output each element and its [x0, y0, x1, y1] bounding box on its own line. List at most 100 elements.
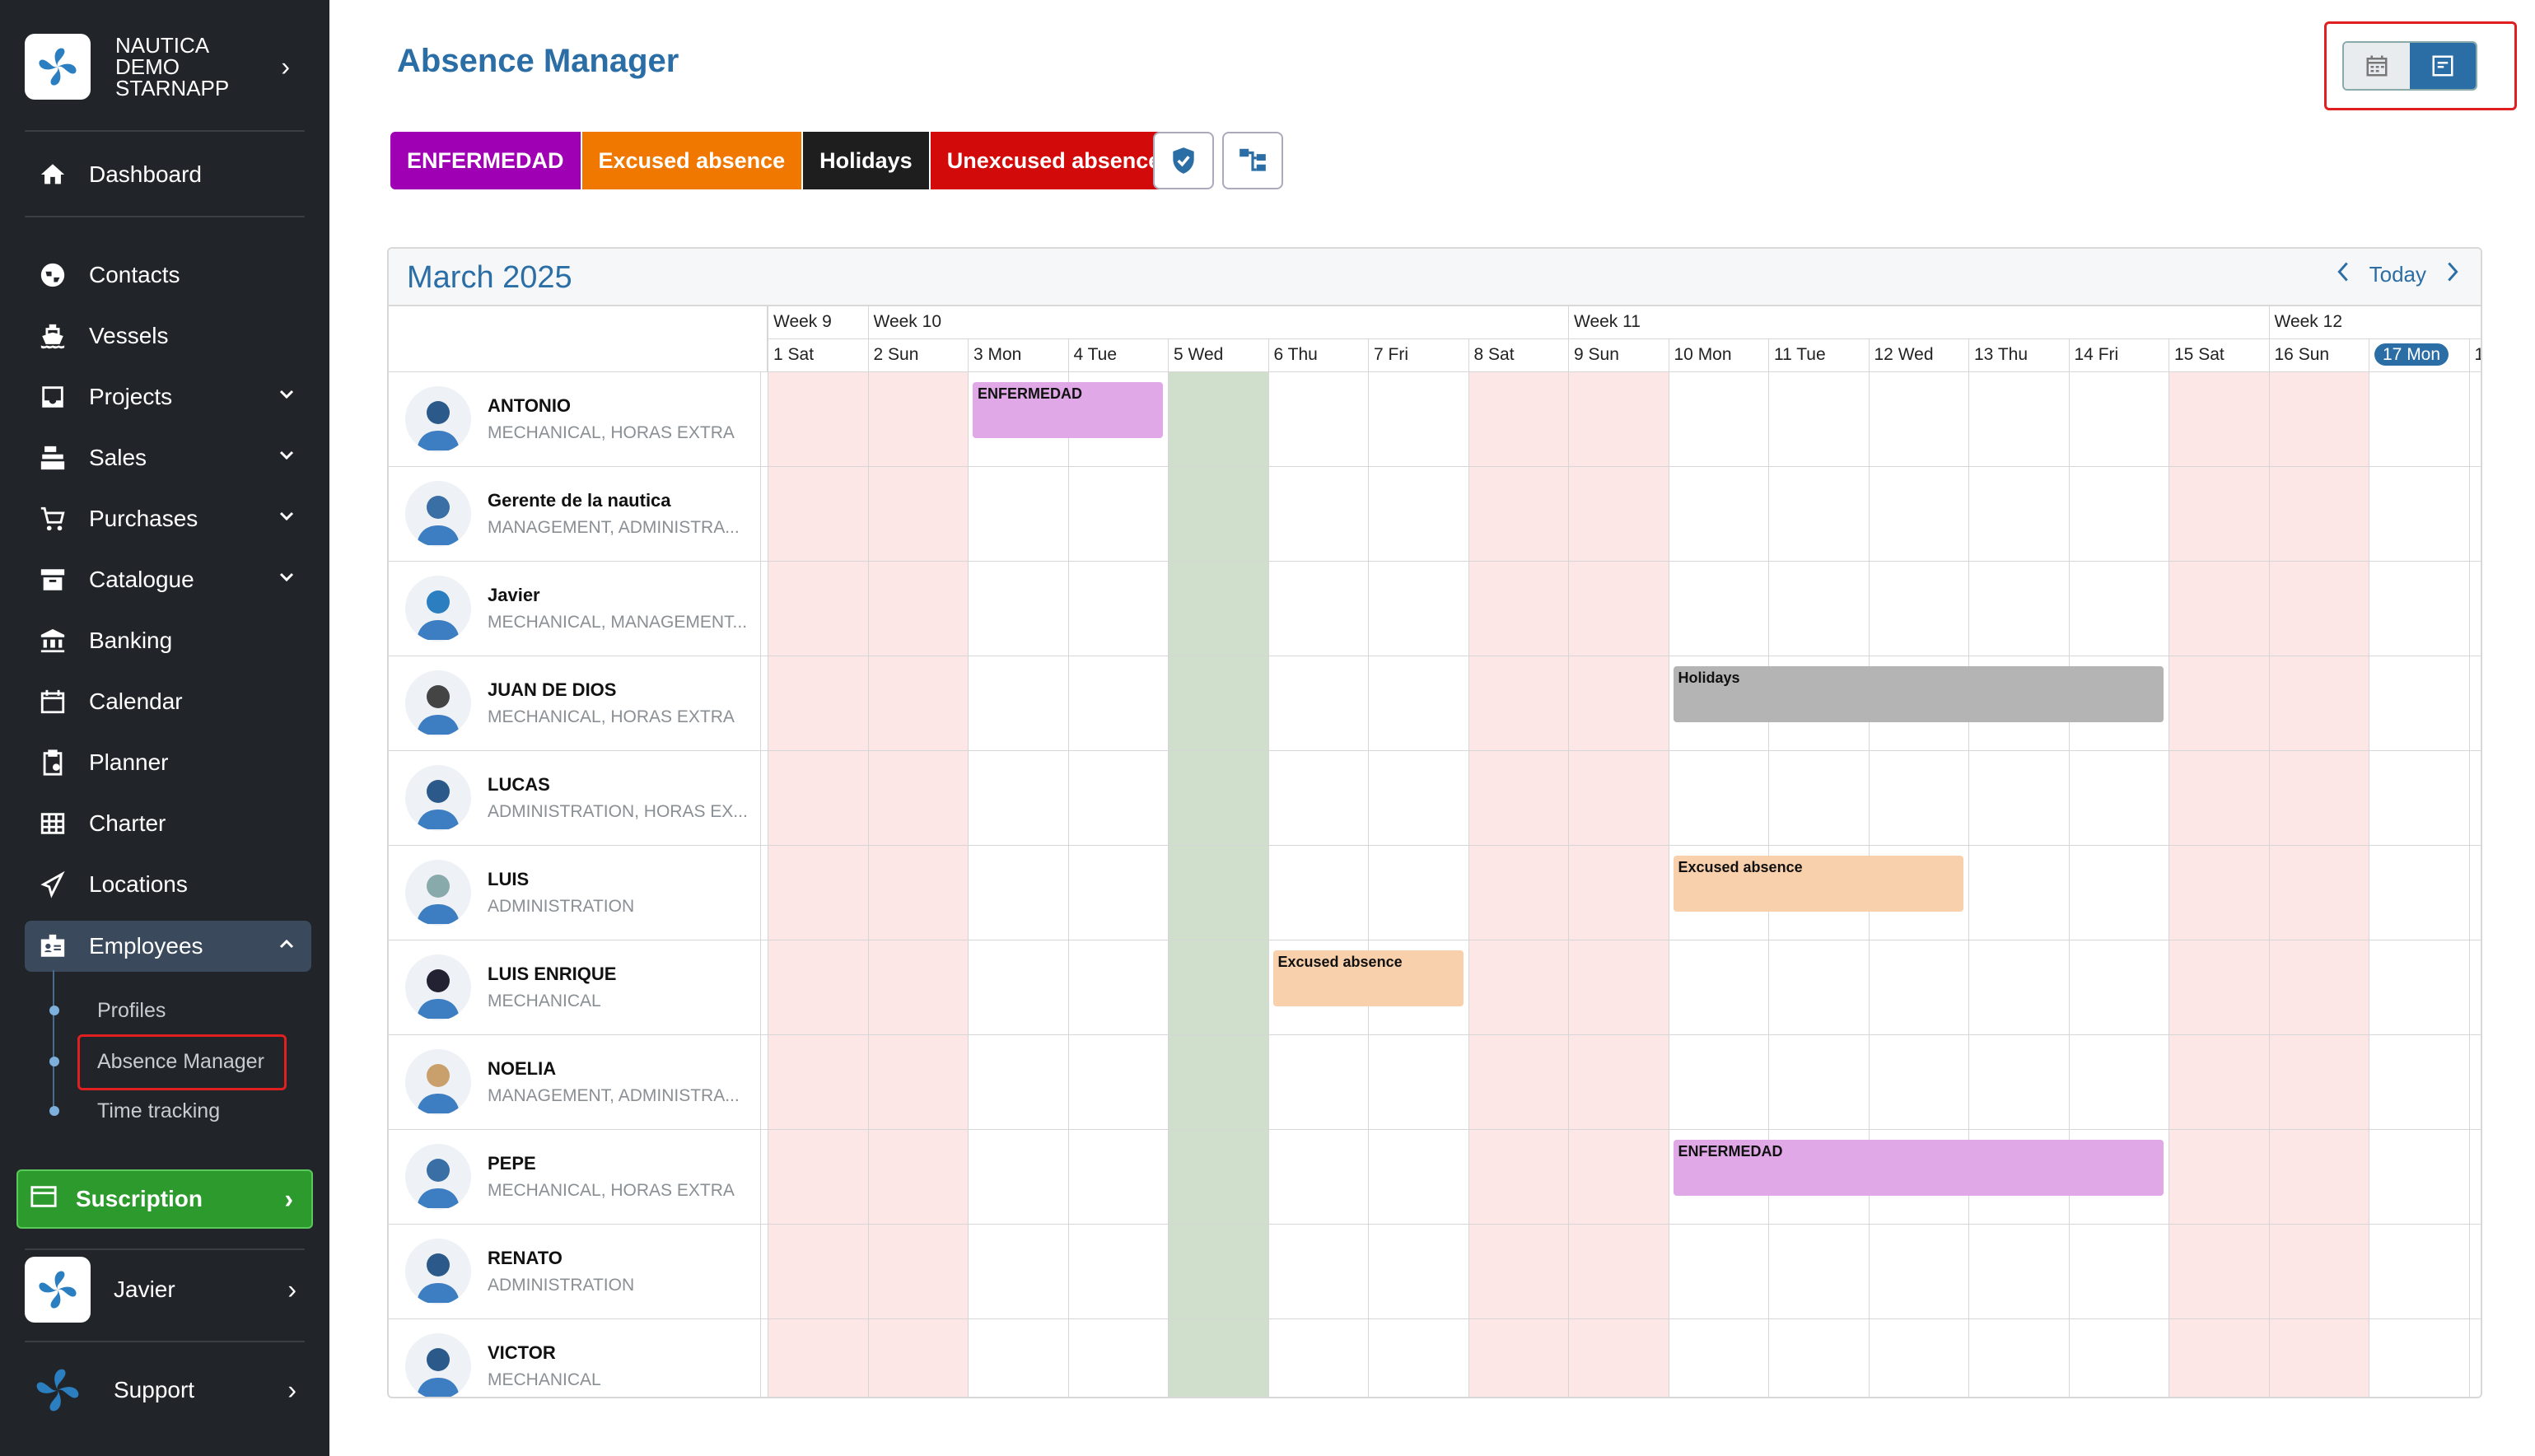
avatar: [405, 670, 471, 736]
employee-row[interactable]: NOELIA MANAGEMENT, ADMINISTRA...: [389, 1035, 761, 1130]
divider: [25, 130, 305, 132]
employee-row[interactable]: VICTOR MECHANICAL: [389, 1319, 761, 1397]
divider: [25, 216, 305, 217]
employee-row[interactable]: Gerente de la nautica MANAGEMENT, ADMINIS…: [389, 467, 761, 562]
day-label: 10 Mon: [1668, 339, 1768, 372]
employee-role: MECHANICAL: [488, 992, 601, 1010]
sidebar-item-employees[interactable]: Employees: [25, 921, 311, 972]
id-card-icon: [36, 930, 69, 963]
next-icon[interactable]: [2443, 260, 2463, 289]
employee-row[interactable]: LUIS ADMINISTRATION: [389, 846, 761, 940]
absence-event[interactable]: ENFERMEDAD: [973, 382, 1163, 438]
sidebar-item-sales[interactable]: Sales: [25, 433, 311, 483]
employee-row[interactable]: Javier MECHANICAL, MANAGEMENT...: [389, 562, 761, 656]
timeline-view-button[interactable]: [2410, 43, 2476, 89]
bullet-icon: [49, 1006, 59, 1015]
employee-role: MECHANICAL, HORAS EXTRA: [488, 707, 735, 726]
chevron-up-icon: [277, 933, 296, 959]
avatar: [405, 860, 471, 926]
sidebar-item-projects[interactable]: Projects: [25, 372, 311, 422]
employee-row[interactable]: PEPE MECHANICAL, HORAS EXTRA: [389, 1130, 761, 1225]
sidebar-item-contacts[interactable]: Contacts: [25, 250, 311, 300]
prev-icon[interactable]: [2333, 260, 2353, 289]
today-pill: 17 Mon: [2374, 343, 2449, 366]
week-label: Week 10: [867, 306, 1568, 339]
sidebar-item-dashboard[interactable]: Dashboard: [25, 150, 311, 199]
company-name: NAUTICA DEMO STARNAPP: [115, 33, 230, 100]
employee-info: PEPE MECHANICAL, HORAS EXTRA: [488, 1153, 759, 1201]
calendar-view-button[interactable]: [2344, 43, 2410, 89]
sidebar-item-locations[interactable]: Locations: [25, 860, 311, 909]
day-label: 13 Thu: [1968, 339, 2069, 372]
absence-event[interactable]: ENFERMEDAD: [1673, 1140, 2164, 1196]
chevron-right-icon: ›: [287, 1374, 296, 1405]
absence-event[interactable]: Holidays: [1673, 666, 2164, 722]
day-label: 7 Fri: [1368, 339, 1468, 372]
employee-info: VICTOR MECHANICAL: [488, 1342, 759, 1390]
day-label: 15 Sat: [2169, 339, 2269, 372]
day-column: [2468, 372, 2481, 1397]
support-link[interactable]: Support ›: [25, 1356, 311, 1425]
chevron-right-icon: ›: [287, 1274, 296, 1304]
day-column: [1468, 372, 1568, 1397]
day-label: 18 T: [2468, 339, 2481, 372]
employee-role: ADMINISTRATION: [488, 1276, 635, 1295]
divider: [25, 1341, 305, 1342]
bullet-icon: [49, 1057, 59, 1066]
approve-button[interactable]: [1153, 132, 1214, 189]
week-label: Week 11: [1568, 306, 2269, 339]
employee-row[interactable]: ANTONIO MECHANICAL, HORAS EXTRA: [389, 372, 761, 467]
employee-row[interactable]: RENATO ADMINISTRATION: [389, 1225, 761, 1319]
employee-name: Javier: [488, 585, 540, 605]
sidebar-item-vessels[interactable]: Vessels: [25, 311, 311, 361]
chevron-down-icon: [277, 506, 296, 532]
day-column: [1067, 372, 1168, 1397]
absence-calendar: March 2025 Today Week 9 Week 10 Week 11 Wee…: [387, 247, 2482, 1398]
chevron-down-icon: [277, 384, 296, 410]
company-switcher[interactable]: NAUTICA DEMO STARNAPP ›: [25, 31, 305, 102]
day-label: 12 Wed: [1868, 339, 1968, 372]
user-menu[interactable]: Javier ›: [25, 1255, 311, 1324]
type-enfermedad-button[interactable]: ENFERMEDAD: [390, 132, 582, 189]
employee-row[interactable]: JUAN DE DIOS MECHANICAL, HORAS EXTRA: [389, 656, 761, 751]
employee-role: MANAGEMENT, ADMINISTRA...: [488, 518, 740, 537]
employee-row[interactable]: LUCAS ADMINISTRATION, HORAS EX...: [389, 751, 761, 846]
register-icon: [36, 441, 69, 474]
sidebar-item-banking[interactable]: Banking: [25, 616, 311, 665]
type-holidays-button[interactable]: Holidays: [803, 132, 931, 189]
day-column: [1568, 372, 1669, 1397]
employee-row[interactable]: LUIS ENRIQUE MECHANICAL: [389, 940, 761, 1035]
type-unexcused-button[interactable]: Unexcused absence: [930, 132, 1178, 189]
hierarchy-button[interactable]: [1222, 132, 1283, 189]
day-column: [2068, 372, 2169, 1397]
calendar-icon: [2366, 55, 2388, 77]
employee-name: VICTOR: [488, 1342, 556, 1363]
day-column: [1268, 372, 1368, 1397]
user-avatar: [25, 1257, 91, 1323]
absence-event[interactable]: Excused absence: [1673, 856, 1963, 912]
home-icon: [36, 158, 69, 191]
inbox-icon: [36, 380, 69, 413]
sidebar-item-planner[interactable]: Planner: [25, 738, 311, 787]
employee-name: PEPE: [488, 1153, 536, 1174]
week-label: Week 12: [2268, 306, 2481, 339]
subscription-button[interactable]: Suscription ›: [16, 1169, 313, 1229]
employee-role: ADMINISTRATION: [488, 897, 635, 916]
sidebar-item-charter[interactable]: Charter: [25, 799, 311, 848]
month-label: March 2025: [407, 260, 572, 295]
type-excused-button[interactable]: Excused absence: [581, 132, 804, 189]
sidebar-subitem-profiles[interactable]: Profiles: [49, 988, 166, 1033]
day-column: [1968, 372, 2069, 1397]
sidebar: NAUTICA DEMO STARNAPP › Dashboard Contac…: [0, 0, 329, 1456]
today-button[interactable]: Today: [2369, 262, 2426, 287]
sidebar-item-catalogue[interactable]: Catalogue: [25, 555, 311, 604]
sidebar-item-calendar[interactable]: Calendar: [25, 677, 311, 726]
day-label: 8 Sat: [1468, 339, 1568, 372]
sidebar-subitem-time-tracking[interactable]: Time tracking: [49, 1089, 220, 1133]
absence-event[interactable]: Excused absence: [1272, 950, 1464, 1006]
calendar-nav: Today: [2333, 260, 2463, 289]
day-label: 3 Mon: [968, 339, 1068, 372]
calendar-icon: [36, 685, 69, 718]
avatar: [405, 576, 471, 642]
sidebar-item-purchases[interactable]: Purchases: [25, 494, 311, 544]
